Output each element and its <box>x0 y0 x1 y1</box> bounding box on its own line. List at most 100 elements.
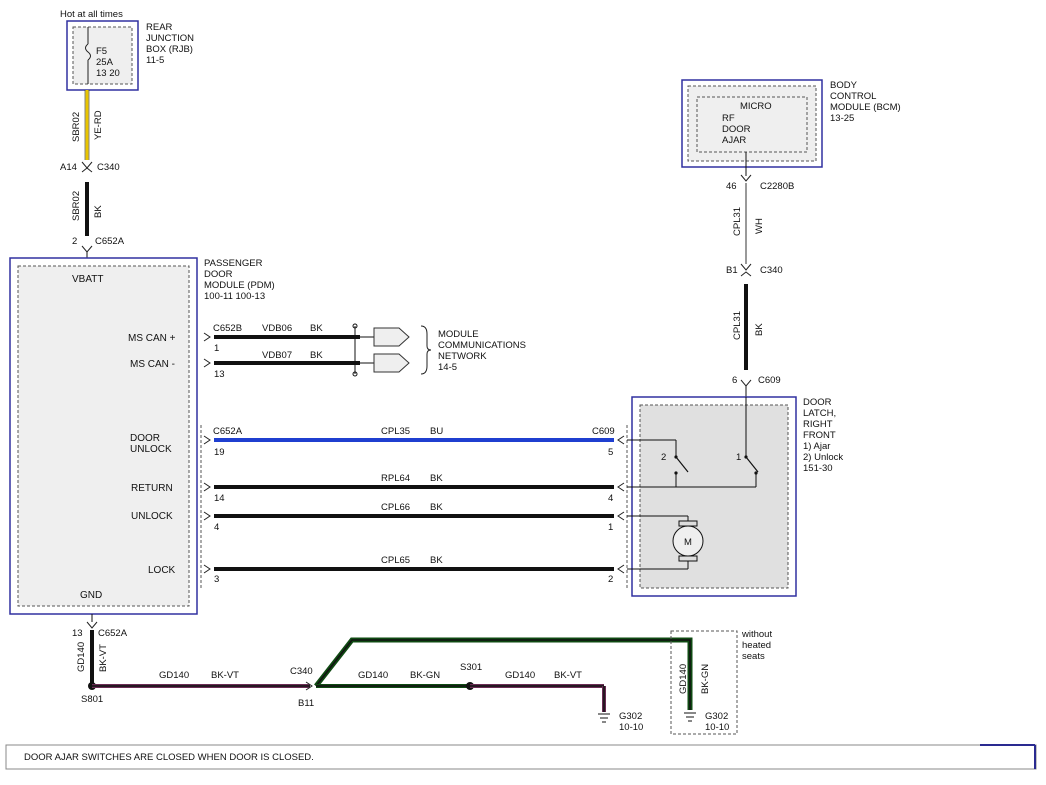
pin-b1: B1 <box>726 265 738 276</box>
gnd-c652a: C652A <box>98 628 128 639</box>
wire-label-wh: WH <box>754 218 765 234</box>
ground-icon <box>684 712 696 722</box>
circ-p1: 1 <box>608 522 613 533</box>
motor-label: M <box>684 537 692 548</box>
circ-bk1: BK <box>430 473 443 484</box>
gnd-bkgn-b: BK-GN <box>700 664 711 694</box>
bcm-l4: 13-25 <box>830 113 854 124</box>
pdm-vbatt: VBATT <box>72 274 103 285</box>
gnd-gd140b: GD140 <box>159 670 189 681</box>
note-text: DOOR AJAR SWITCHES ARE CLOSED WHEN DOOR … <box>24 752 314 763</box>
network-arrow-2 <box>373 353 410 373</box>
pdm-l4: 100-11 100-13 <box>204 291 265 302</box>
wire-label-yerd: YE-RD <box>93 110 104 140</box>
circ-p4b: 4 <box>214 522 219 533</box>
gnd-g302b-2: 10-10 <box>705 722 729 733</box>
fuse-ref: 13 20 <box>96 68 120 79</box>
pdm-l2: DOOR <box>204 269 233 280</box>
circ-rpl64: RPL64 <box>381 473 410 484</box>
gnd-bkvt-a: BK-VT <box>98 644 109 672</box>
ground-icon <box>598 713 610 723</box>
gnd-gd140e: GD140 <box>678 664 689 694</box>
latch-l4: FRONT <box>803 430 836 441</box>
can-pin-1: 1 <box>214 343 219 354</box>
gnd-heated: heated <box>742 640 771 651</box>
circ-p4: 4 <box>608 493 613 504</box>
pdm-mscan-plus: MS CAN + <box>128 333 176 344</box>
can-bk-a: BK <box>310 323 323 334</box>
pin-6: 6 <box>732 375 737 386</box>
conn-c340: C340 <box>97 162 120 173</box>
pin-a14: A14 <box>60 162 77 173</box>
gnd-bkvt-c: BK-VT <box>554 670 582 681</box>
circ-cpl35: CPL35 <box>381 426 410 437</box>
rjb-l1: REAR <box>146 22 173 33</box>
switch-2-label: 2 <box>661 452 666 463</box>
conn-c652b: C652B <box>213 323 242 334</box>
circ-c609: C609 <box>592 426 615 437</box>
conn-c609-top: C609 <box>758 375 781 386</box>
circ-bk2: BK <box>430 502 443 513</box>
pdm-l1: PASSENGER <box>204 258 263 269</box>
rjb-l3: BOX (RJB) <box>146 44 193 55</box>
gnd-seats: seats <box>742 651 765 662</box>
fuse-name: F5 <box>96 46 107 57</box>
gnd-bkgn-a: BK-GN <box>410 670 440 681</box>
gnd-without: without <box>741 629 772 640</box>
wiring-diagram: Hot at all times F5 25A 13 20 REAR JUNCT… <box>5 9 1037 770</box>
can-vdb07: VDB07 <box>262 350 292 361</box>
bcm-micro: MICRO <box>740 101 772 112</box>
wire-label-bk2: BK <box>754 323 765 336</box>
pin-2: 2 <box>72 236 77 247</box>
gnd-gd140d: GD140 <box>505 670 535 681</box>
fuse-amps: 25A <box>96 57 114 68</box>
network-l3: NETWORK <box>438 351 487 362</box>
bcm-door: DOOR <box>722 124 751 135</box>
wire-label-sbr02-a: SBR02 <box>71 112 82 142</box>
conn-c652a-top: C652A <box>95 236 125 247</box>
bcm-l3: MODULE (BCM) <box>830 102 901 113</box>
network-brace <box>420 325 432 375</box>
hot-label: Hot at all times <box>60 9 123 20</box>
conn-c340-right: C340 <box>760 265 783 276</box>
bcm-ajar: AJAR <box>722 135 746 146</box>
wire-label-cpl31-b: CPL31 <box>732 311 743 340</box>
circ-cpl66: CPL66 <box>381 502 410 513</box>
circ-p3: 3 <box>214 574 219 585</box>
circ-p19: 19 <box>214 447 225 458</box>
latch-l5: 1) Ajar <box>803 441 830 452</box>
circ-c652a: C652A <box>213 426 243 437</box>
network-l4: 14-5 <box>438 362 457 373</box>
latch-l1: DOOR <box>803 397 832 408</box>
network-l1: MODULE <box>438 329 479 340</box>
bcm-l2: CONTROL <box>830 91 876 102</box>
pin-46: 46 <box>726 181 737 192</box>
rjb-l2: JUNCTION <box>146 33 194 44</box>
gnd-gd140a: GD140 <box>76 642 87 672</box>
circ-bk3: BK <box>430 555 443 566</box>
bcm-rf: RF <box>722 113 735 124</box>
gnd-pin-13: 13 <box>72 628 83 639</box>
circ-cpl65: CPL65 <box>381 555 410 566</box>
can-bk-b: BK <box>310 350 323 361</box>
gnd-gd140c: GD140 <box>358 670 388 681</box>
circ-bu: BU <box>430 426 443 437</box>
rjb-l4: 11-5 <box>146 55 164 66</box>
pdm-door: DOOR <box>130 433 160 444</box>
wire-label-sbr02-b: SBR02 <box>71 191 82 221</box>
network-l2: COMMUNICATIONS <box>438 340 526 351</box>
can-pin-13: 13 <box>214 369 225 380</box>
gnd-g302b-1: G302 <box>705 711 728 722</box>
bcm-l1: BODY <box>830 80 858 91</box>
circ-p14: 14 <box>214 493 225 504</box>
pdm-inner <box>17 265 190 607</box>
switch-1-label: 1 <box>736 452 741 463</box>
gnd-b11: B11 <box>298 698 314 709</box>
gnd-g302a-1: G302 <box>619 711 642 722</box>
latch-l7: 151-30 <box>803 463 833 474</box>
wire-label-bk: BK <box>93 205 104 218</box>
pdm-return: RETURN <box>131 483 173 494</box>
latch-l3: RIGHT <box>803 419 833 430</box>
network-arrow-1 <box>373 327 410 347</box>
circ-p2: 2 <box>608 574 613 585</box>
